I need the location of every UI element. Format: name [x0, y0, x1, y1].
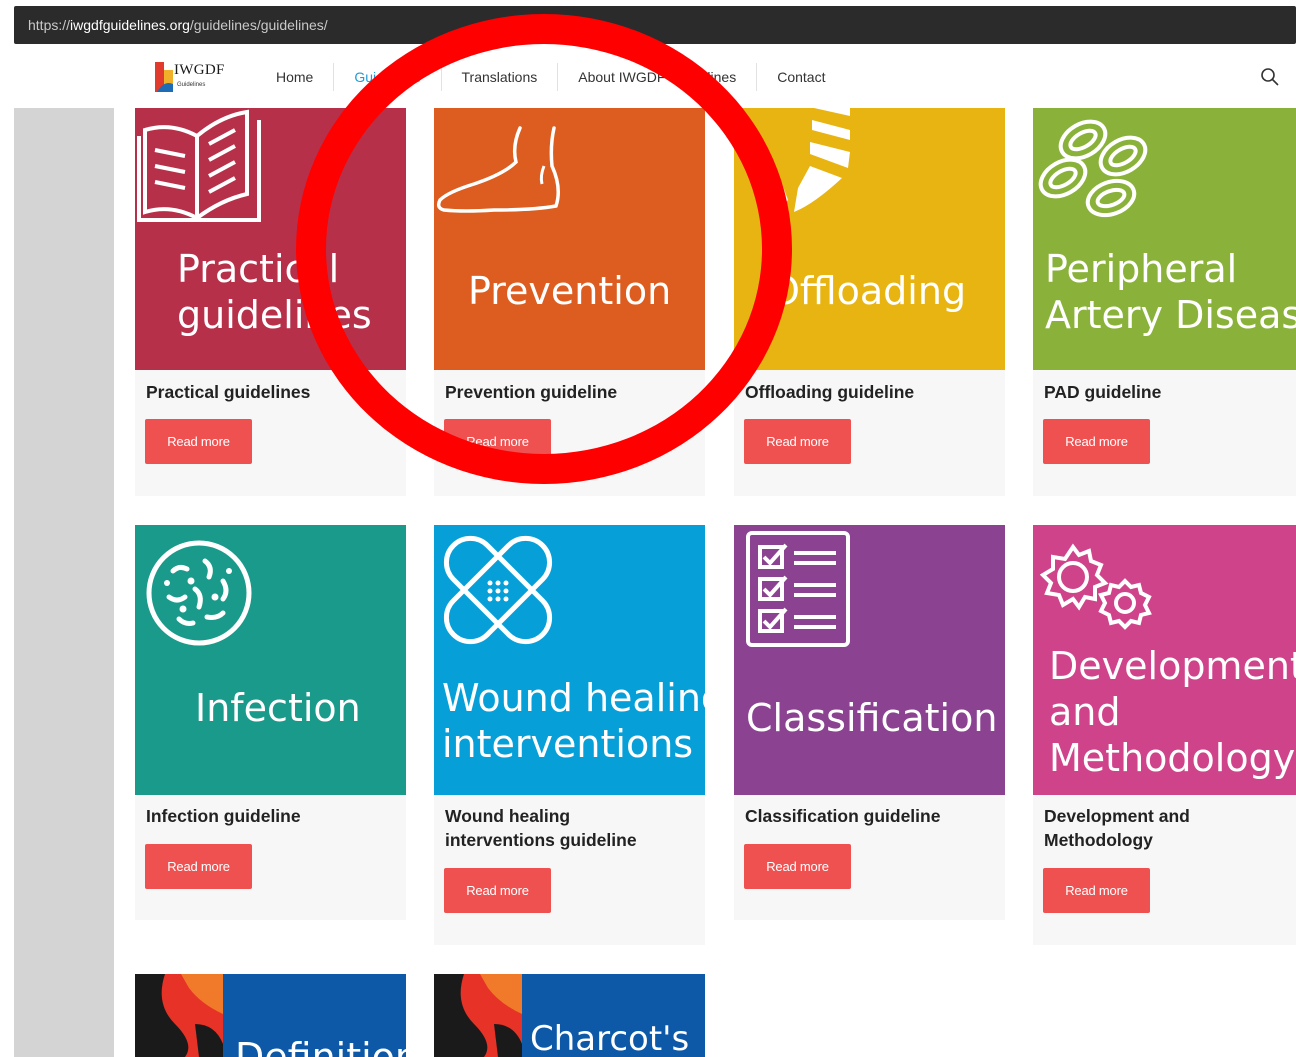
book-icon: [137, 109, 261, 222]
card-image-title: Wound healing interventions: [442, 676, 705, 766]
card-title[interactable]: Offloading guideline: [745, 380, 914, 404]
abstract-pattern-icon: [434, 974, 522, 1057]
search-icon[interactable]: [1260, 67, 1280, 87]
checklist-icon: [746, 531, 850, 647]
page-margin: [0, 46, 14, 1057]
read-more-button[interactable]: Read more: [1043, 868, 1150, 913]
card-image[interactable]: Practical guidelines: [135, 108, 406, 370]
nav-item-guidelines[interactable]: Guidelines: [334, 63, 442, 91]
read-more-button[interactable]: Read more: [444, 419, 551, 464]
read-more-button[interactable]: Read more: [145, 844, 252, 889]
card-title[interactable]: Wound healing interventions guideline: [445, 804, 637, 852]
read-more-button[interactable]: Read more: [145, 419, 252, 464]
blood-cells-icon: [1038, 119, 1148, 218]
card-title[interactable]: Development and Methodology: [1044, 804, 1190, 852]
card-definitions: Definitions: [135, 974, 406, 1057]
site-header: IWGDF Guidelines Home Guidelines Transla…: [114, 46, 1296, 108]
card-classification: Classification Classification guideline …: [734, 525, 1005, 920]
card-image[interactable]: Classification: [734, 525, 1005, 795]
card-prevention: Prevention Prevention guideline Read mor…: [434, 108, 705, 496]
card-image-title: PeripheralArtery Disease: [1045, 247, 1296, 337]
card-image-title: Charcot's: [530, 1019, 690, 1057]
card-offloading: Offloading Offloading guideline Read mor…: [734, 108, 1005, 496]
logo-mark-icon: [155, 62, 173, 92]
main-nav: Home Guidelines Translations About IWGDF…: [256, 46, 845, 108]
read-more-button[interactable]: Read more: [744, 844, 851, 889]
bacteria-icon: [146, 540, 252, 646]
cast-icon: [758, 108, 850, 214]
nav-item-about[interactable]: About IWGDF-Guidelines: [558, 63, 758, 91]
address-bar[interactable]: https://iwgdfguidelines.org/guidelines/g…: [14, 6, 1296, 44]
gears-icon: [1039, 543, 1152, 630]
logo-subtext: Guidelines: [177, 82, 206, 88]
card-charcot: Charcot's: [434, 974, 705, 1057]
read-more-button[interactable]: Read more: [744, 419, 851, 464]
card-image[interactable]: Definitions: [135, 974, 406, 1057]
card-infection: Infection Infection guideline Read more: [135, 525, 406, 920]
abstract-pattern-icon: [135, 974, 223, 1057]
left-sidebar-gray: [14, 108, 114, 1057]
card-pad: PeripheralArtery Disease PAD guideline R…: [1033, 108, 1296, 496]
nav-item-home[interactable]: Home: [256, 63, 335, 91]
card-image[interactable]: Prevention: [434, 108, 705, 370]
card-image[interactable]: Wound healing interventions: [434, 525, 705, 795]
logo-text: IWGDF: [174, 62, 225, 78]
card-title[interactable]: Practical guidelines: [146, 380, 310, 404]
site-logo[interactable]: IWGDF Guidelines: [155, 60, 227, 94]
card-development-methodology: Development and Methodology Development an…: [1033, 525, 1296, 945]
card-title[interactable]: Infection guideline: [146, 804, 301, 828]
card-title[interactable]: Classification guideline: [745, 804, 940, 828]
nav-item-contact[interactable]: Contact: [757, 63, 845, 91]
card-title[interactable]: PAD guideline: [1044, 380, 1161, 404]
nav-item-translations[interactable]: Translations: [442, 63, 559, 91]
card-image-title: Definitions: [235, 1035, 406, 1057]
card-image-title: Classification: [746, 696, 998, 740]
read-more-button[interactable]: Read more: [444, 868, 551, 913]
bandage-icon: [443, 535, 553, 645]
card-image[interactable]: Charcot's: [434, 974, 705, 1057]
browser-url-bar: https://iwgdfguidelines.org/guidelines/g…: [0, 0, 1296, 46]
card-image-title: Infection: [195, 686, 361, 730]
card-image-title: Offloading: [770, 269, 967, 313]
card-image[interactable]: Development and Methodology: [1033, 525, 1296, 795]
card-image[interactable]: Infection: [135, 525, 406, 795]
read-more-button[interactable]: Read more: [1043, 419, 1150, 464]
card-image-title: Practical guidelines: [177, 247, 372, 337]
foot-icon: [436, 126, 560, 213]
card-image-title: Prevention: [468, 269, 672, 313]
card-practical-guidelines: Practical guidelines Practical guidelines…: [135, 108, 406, 496]
card-image[interactable]: PeripheralArtery Disease: [1033, 108, 1296, 370]
card-title[interactable]: Prevention guideline: [445, 380, 617, 404]
url-text[interactable]: https://iwgdfguidelines.org/guidelines/g…: [28, 17, 328, 33]
card-image[interactable]: Offloading: [734, 108, 1005, 370]
card-image-title: Development and Methodology: [1049, 644, 1296, 780]
card-wound-healing: Wound healing interventions Wound healing…: [434, 525, 705, 945]
